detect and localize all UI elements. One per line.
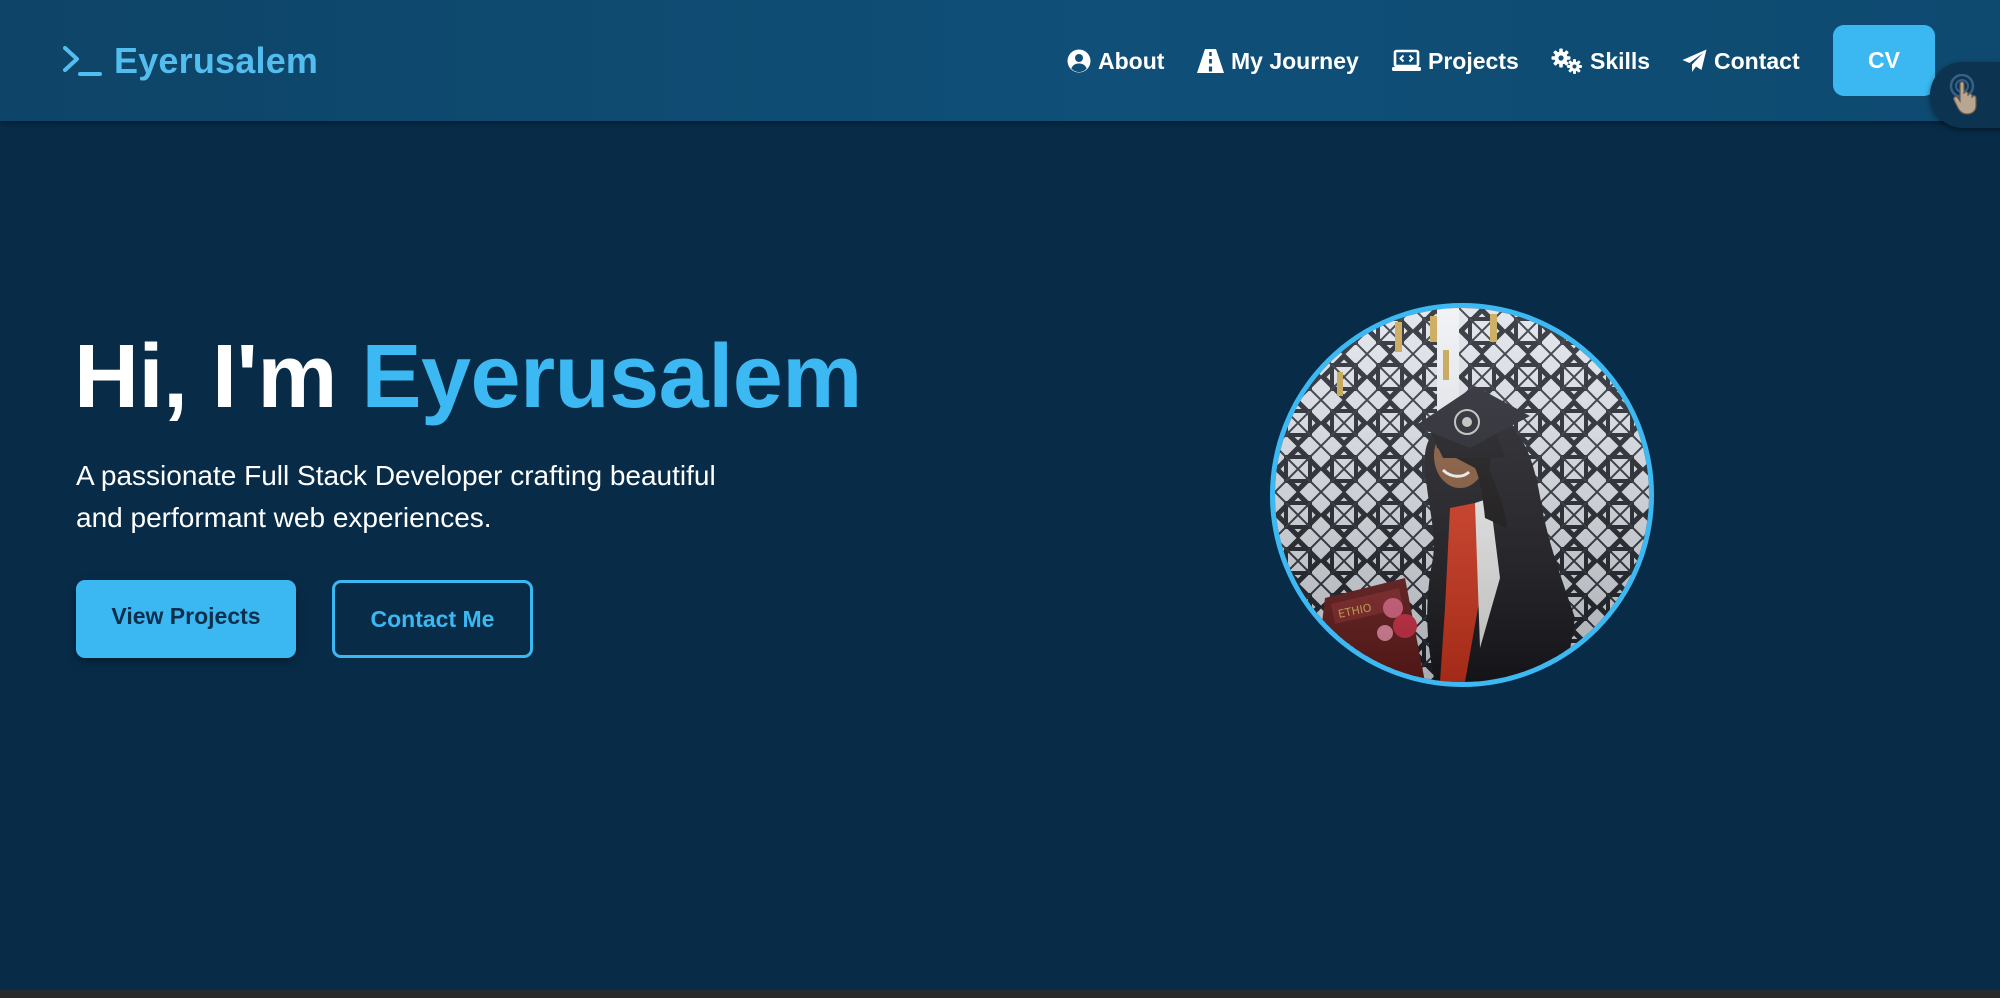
nav-skills[interactable]: Skills: [1551, 44, 1650, 78]
gears-icon: [1551, 48, 1590, 74]
brand-name: Eyerusalem: [114, 40, 319, 81]
hero-subtitle: A passionate Full Stack Developer crafti…: [76, 460, 716, 533]
hero-title: Hi, I'm Eyerusalem: [74, 322, 862, 432]
nav-projects[interactable]: Projects: [1392, 44, 1519, 78]
terminal-icon: [62, 44, 102, 78]
hero-name: Eyerusalem: [361, 327, 862, 427]
road-icon: [1197, 49, 1231, 73]
nav-about-label: About: [1098, 47, 1165, 74]
nav-contact-label: Contact: [1714, 47, 1800, 74]
nav-my-journey-label: My Journey: [1231, 47, 1359, 74]
page: Eyerusalem About My Journey Projects Ski…: [0, 0, 2000, 990]
user-circle-icon: [1067, 49, 1098, 73]
laptop-code-icon: [1392, 49, 1428, 73]
nav-my-journey[interactable]: My Journey: [1197, 44, 1359, 78]
hero-greeting: Hi, I'm: [74, 327, 337, 427]
view-projects-button[interactable]: View Projects: [76, 580, 296, 658]
cv-button[interactable]: CV: [1833, 25, 1935, 96]
nav-projects-label: Projects: [1428, 47, 1519, 74]
floating-cursor-widget[interactable]: [1930, 62, 2000, 128]
paper-plane-icon: [1682, 49, 1714, 73]
nav-skills-label: Skills: [1590, 47, 1651, 74]
nav-contact[interactable]: Contact: [1682, 44, 1800, 78]
nav-about[interactable]: About: [1067, 44, 1164, 78]
contact-me-button[interactable]: Contact Me: [332, 580, 533, 658]
profile-photo: ETHIO: [1270, 303, 1654, 687]
navbar: Eyerusalem About My Journey Projects Ski…: [0, 0, 2000, 121]
brand-logo[interactable]: Eyerusalem: [62, 38, 318, 84]
